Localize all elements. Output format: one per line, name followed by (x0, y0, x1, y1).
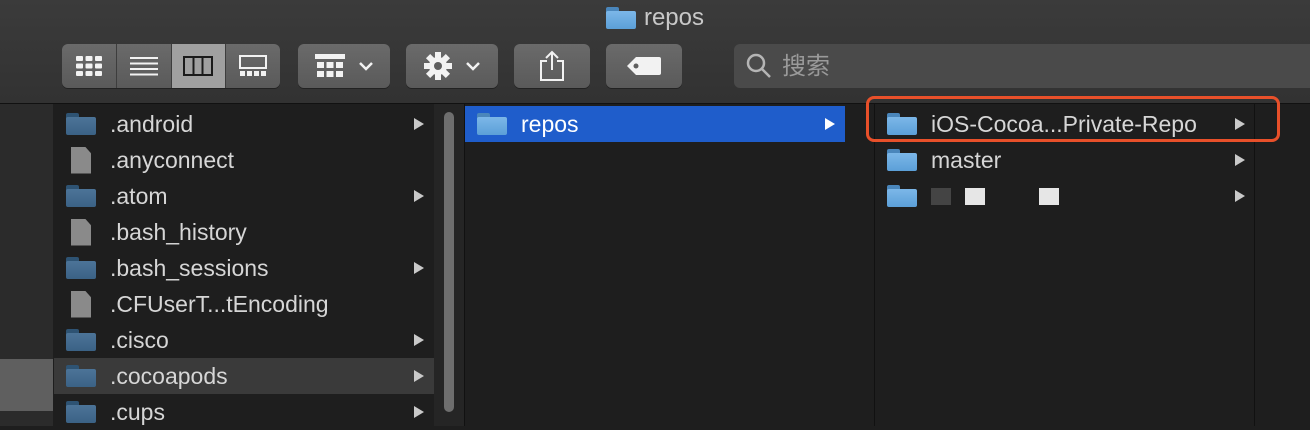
folder-icon (887, 149, 917, 171)
annotation-highlight-box (866, 96, 1280, 142)
column-repos: iOS-Cocoa...Private-Repo master (874, 104, 1255, 426)
column-home: .android .anyconnect .atom .bash_history… (54, 104, 434, 426)
empty-column (1254, 104, 1310, 426)
gallery-icon (239, 55, 268, 76)
columns-icon (183, 56, 214, 76)
item-label: .CFUserT...tEncoding (110, 290, 329, 317)
folder-icon (887, 185, 917, 207)
list-icon (129, 57, 158, 76)
item-label: .bash_history (110, 218, 247, 245)
item-label: .cisco (110, 326, 169, 353)
disclosure-arrow-icon (1235, 190, 1245, 202)
column-view-button[interactable] (171, 44, 227, 88)
tag-button[interactable] (606, 44, 682, 88)
item-label: .cocoapods (110, 362, 228, 389)
document-icon (71, 218, 91, 246)
selected-row-fragment (0, 359, 53, 411)
folder-icon (477, 113, 507, 135)
item-label: .atom (110, 182, 168, 209)
list-item-repos[interactable]: repos (465, 106, 845, 142)
scrollbar-thumb[interactable] (444, 112, 454, 412)
search-field[interactable] (734, 44, 1310, 88)
folder-icon (66, 113, 96, 135)
redacted-label (931, 187, 1059, 205)
item-label: .cups (110, 398, 165, 425)
group-grid-icon (315, 54, 345, 77)
view-mode-segmented-control (62, 44, 280, 88)
list-item-bash-sessions[interactable]: .bash_sessions (54, 250, 434, 286)
search-icon (746, 53, 771, 78)
list-item-bash-history[interactable]: .bash_history (54, 214, 434, 250)
icon-view-button[interactable] (62, 44, 117, 88)
disclosure-arrow-icon (825, 118, 835, 130)
disclosure-arrow-icon (414, 118, 424, 130)
list-view-button[interactable] (117, 44, 172, 88)
finder-toolbar: repos (0, 0, 1310, 104)
list-item-atom[interactable]: .atom (54, 178, 434, 214)
folder-icon (66, 329, 96, 351)
disclosure-arrow-icon (1235, 154, 1245, 166)
list-item-cfusertextencoding[interactable]: .CFUserT...tEncoding (54, 286, 434, 322)
group-by-button[interactable] (298, 44, 390, 88)
folder-icon (605, 7, 636, 29)
disclosure-arrow-icon (414, 406, 424, 418)
item-label: master (931, 146, 1002, 173)
action-button[interactable] (406, 44, 498, 88)
list-item-redacted[interactable] (875, 178, 1255, 214)
disclosure-arrow-icon (414, 334, 424, 346)
list-item-cocoapods[interactable]: .cocoapods (54, 358, 434, 394)
window-title-text: repos (643, 4, 705, 31)
grid-icon (75, 56, 102, 76)
list-item-anyconnect[interactable]: .anyconnect (54, 142, 434, 178)
window-title: repos (0, 4, 1310, 32)
share-button[interactable] (514, 44, 590, 88)
item-label: .android (110, 110, 194, 137)
disclosure-arrow-icon (414, 190, 424, 202)
disclosure-arrow-icon (414, 262, 424, 274)
search-input[interactable] (780, 51, 1284, 81)
previous-column-strip (0, 104, 53, 426)
tag-icon (627, 57, 661, 75)
list-item-android[interactable]: .android (54, 106, 434, 142)
disclosure-arrow-icon (414, 370, 424, 382)
item-label: repos (521, 110, 579, 137)
folder-icon (66, 365, 96, 387)
item-label: .bash_sessions (110, 254, 269, 281)
column-cocoapods: repos (464, 104, 845, 426)
folder-icon (66, 401, 96, 423)
chevron-down-icon (359, 62, 373, 71)
folder-icon (66, 185, 96, 207)
gear-icon (424, 52, 452, 80)
document-icon (71, 146, 91, 174)
list-item-cisco[interactable]: .cisco (54, 322, 434, 358)
gallery-view-button[interactable] (226, 44, 280, 88)
chevron-down-icon (466, 62, 480, 71)
list-item-master[interactable]: master (875, 142, 1255, 178)
document-icon (71, 290, 91, 318)
item-label: .anyconnect (110, 146, 235, 173)
list-item-cups[interactable]: .cups (54, 394, 434, 430)
vertical-scrollbar[interactable] (434, 104, 464, 426)
share-icon (540, 50, 564, 81)
folder-icon (66, 257, 96, 279)
